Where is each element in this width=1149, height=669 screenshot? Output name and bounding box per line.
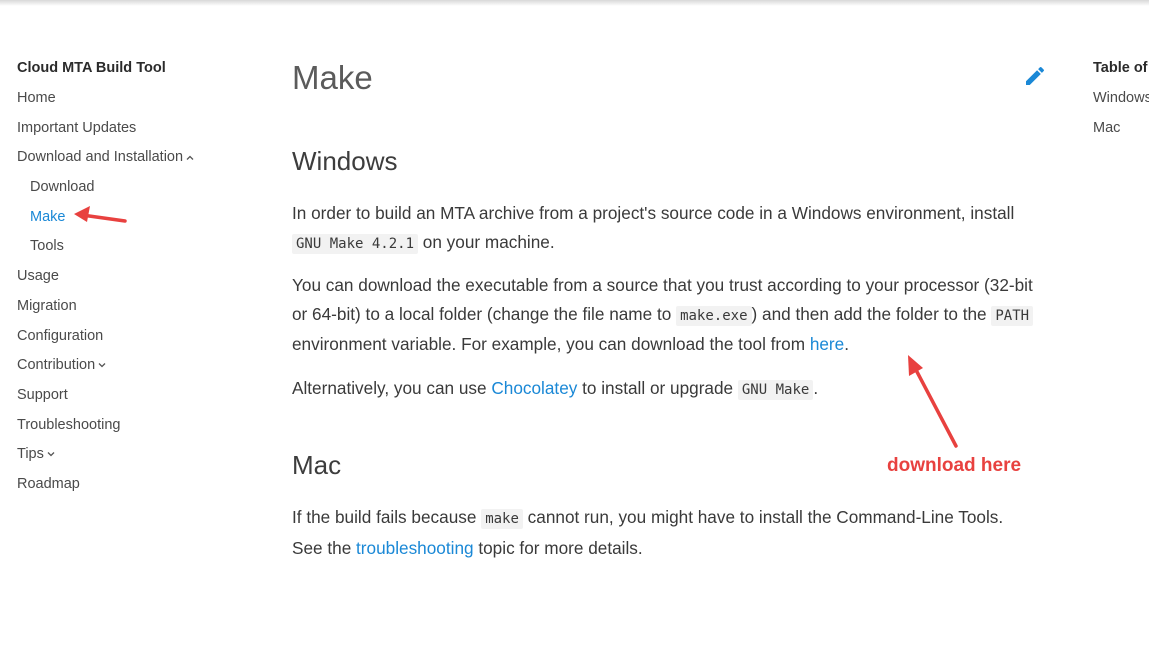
sidebar-title: Cloud MTA Build Tool xyxy=(17,60,166,76)
mac-paragraph: If the build fails because make cannot r… xyxy=(292,503,1037,562)
sidebar-item-label: Download and Installation xyxy=(17,149,184,166)
paragraph-text: ) and then add the folder to the xyxy=(751,303,992,324)
paragraph-text: on your machine. xyxy=(418,231,555,252)
troubleshooting-link[interactable]: troubleshooting xyxy=(356,538,474,558)
sidebar-item-make[interactable]: Make xyxy=(17,207,247,237)
sidebar-item-contribution[interactable]: Contribution xyxy=(17,355,247,385)
sidebar-item-home[interactable]: Home xyxy=(17,88,247,118)
sidebar-item-tips[interactable]: Tips xyxy=(17,444,247,474)
sidebar-item-label: Important Updates xyxy=(17,119,137,136)
page-title: Make xyxy=(292,59,373,96)
inline-code-gnu-make-version: GNU Make 4.2.1 xyxy=(292,233,419,254)
main-content: Make Windows In order to build an MTA ar… xyxy=(292,58,1042,558)
paragraph-text: Alternatively, you can use xyxy=(292,378,492,398)
table-of-contents: Table of Windows Mac xyxy=(1093,58,1149,147)
sidebar-item-label: Tips xyxy=(17,446,44,463)
mac-heading: Mac xyxy=(292,450,342,480)
sidebar-item-download-and-installation[interactable]: Download and Installation xyxy=(17,147,247,177)
sidebar-nav: Cloud MTA Build Tool Home Important Upda… xyxy=(17,58,247,504)
windows-paragraph-3: Alternatively, you can use Chocolatey to… xyxy=(292,374,1037,405)
sidebar-item-migration[interactable]: Migration xyxy=(17,296,247,326)
sidebar-item-label: Download xyxy=(30,179,95,196)
sidebar-item-troubleshooting[interactable]: Troubleshooting xyxy=(17,415,247,445)
chevron-up-icon[interactable] xyxy=(185,153,195,163)
paragraph-text: . xyxy=(813,378,819,398)
sidebar-item-label: Make xyxy=(30,208,66,225)
sidebar-item-tools[interactable]: Tools xyxy=(17,236,247,266)
chevron-down-icon[interactable] xyxy=(46,449,56,459)
download-here-annotation: download here xyxy=(887,455,1022,476)
toc-item-windows[interactable]: Windows xyxy=(1093,88,1149,118)
sidebar-item-label: Roadmap xyxy=(17,475,80,492)
sidebar-item-label: Configuration xyxy=(17,327,104,344)
here-link[interactable]: here xyxy=(810,334,844,354)
inline-code-path: PATH xyxy=(991,305,1034,326)
paragraph-text: environment variable. For example, you c… xyxy=(292,334,810,354)
windows-paragraph-1: In order to build an MTA archive from a … xyxy=(292,199,1037,258)
sidebar-item-important-updates[interactable]: Important Updates xyxy=(17,118,247,148)
chocolatey-link[interactable]: Chocolatey xyxy=(491,378,577,398)
sidebar-item-label: Migration xyxy=(17,297,77,314)
inline-code-make-exe: make.exe xyxy=(676,305,752,326)
inline-code-gnu-make: GNU Make xyxy=(737,380,814,400)
sidebar-item-label: Tools xyxy=(30,238,64,255)
sidebar-item-label: Usage xyxy=(17,268,59,285)
pencil-icon xyxy=(1026,66,1045,85)
sidebar-item-support[interactable]: Support xyxy=(17,385,247,415)
paragraph-text: topic for more details. xyxy=(473,537,643,558)
sidebar-item-label: Troubleshooting xyxy=(17,416,121,433)
paragraph-text: to install or upgrade xyxy=(577,378,738,398)
top-shadow xyxy=(0,0,1149,6)
paragraph-text: In order to build an MTA archive from a … xyxy=(292,203,1015,223)
toc-title: Table of xyxy=(1093,60,1148,76)
sidebar-item-label: Contribution xyxy=(17,357,96,374)
sidebar-item-usage[interactable]: Usage xyxy=(17,266,247,296)
paragraph-text: If the build fails because xyxy=(292,507,482,527)
sidebar-item-label: Support xyxy=(17,386,68,403)
chevron-down-icon[interactable] xyxy=(97,360,107,370)
toc-item-mac[interactable]: Mac xyxy=(1093,118,1149,148)
sidebar-item-roadmap[interactable]: Roadmap xyxy=(17,474,247,504)
windows-heading: Windows xyxy=(292,146,398,176)
inline-code-make: make xyxy=(481,509,523,529)
edit-page-button[interactable] xyxy=(1023,64,1047,88)
sidebar-item-download[interactable]: Download xyxy=(17,177,247,207)
sidebar-item-label: Home xyxy=(17,90,56,106)
paragraph-text: . xyxy=(844,334,849,354)
sidebar-item-configuration[interactable]: Configuration xyxy=(17,326,247,356)
windows-paragraph-2: You can download the executable from a s… xyxy=(292,271,1037,359)
